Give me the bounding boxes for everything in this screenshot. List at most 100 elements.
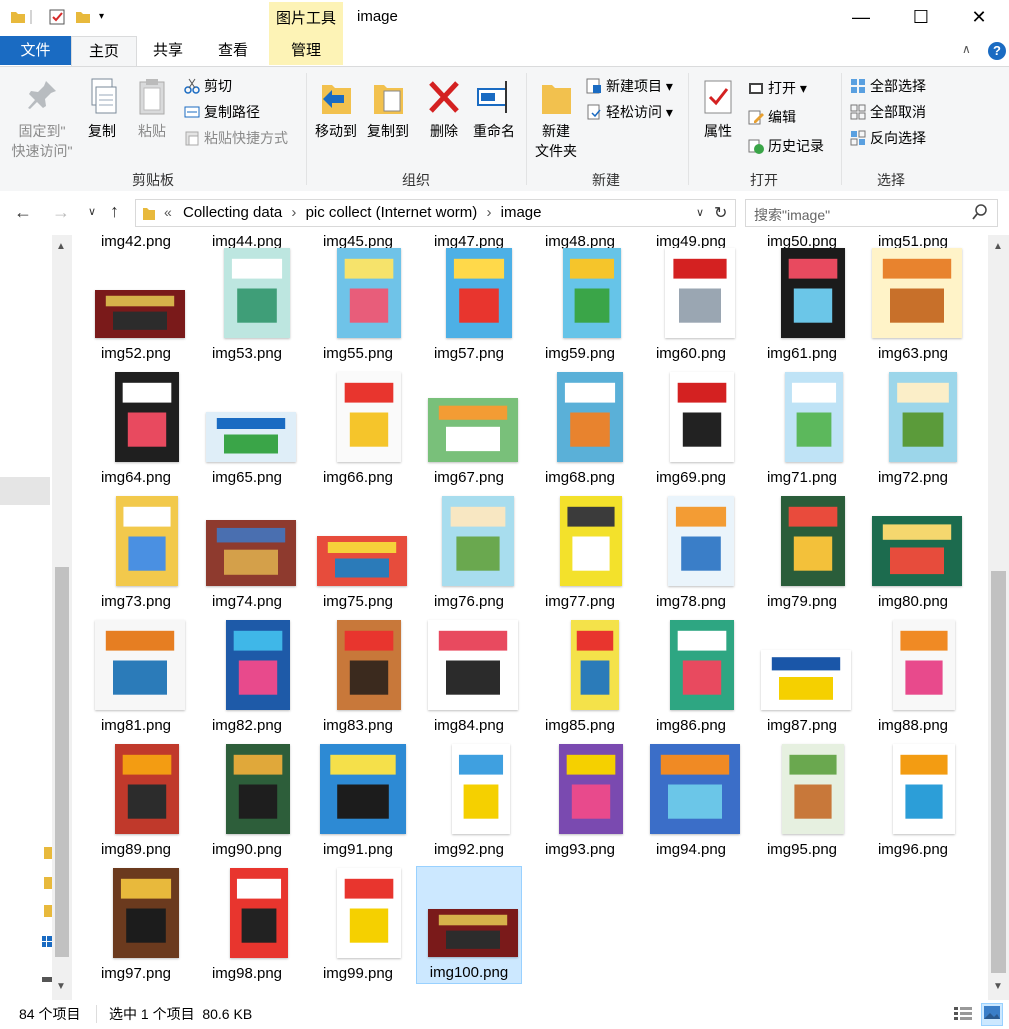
file-item[interactable]: img69.png (638, 370, 744, 488)
address-bar[interactable]: « Collecting data › pic collect (Interne… (135, 199, 736, 227)
file-item[interactable]: img65.png (194, 370, 300, 488)
move-to-button[interactable]: 移动到 (310, 77, 362, 141)
nav-folder-icon[interactable] (44, 845, 52, 862)
file-item[interactable]: img80.png (860, 494, 966, 612)
file-list-scrollbar[interactable]: ▲ ▼ (988, 235, 1009, 1000)
file-item[interactable]: img60.png (638, 246, 744, 364)
paste-button[interactable]: 粘贴 (130, 77, 174, 141)
file-item[interactable]: img90.png (194, 742, 300, 860)
breadcrumb-separator[interactable]: › (291, 204, 296, 221)
file-item[interactable]: img67.png (416, 370, 522, 488)
copy-path-button[interactable]: 复制路径 (184, 101, 260, 123)
file-item[interactable]: img57.png (416, 246, 522, 364)
properties-check-icon[interactable] (49, 9, 65, 25)
file-item[interactable]: img97.png (83, 866, 189, 984)
edit-button[interactable]: 编辑 (748, 106, 796, 128)
scrollbar-thumb[interactable] (55, 567, 69, 957)
file-item[interactable]: img79.png (749, 494, 855, 612)
file-item[interactable]: img75.png (305, 494, 411, 612)
breadcrumb-collecting-data[interactable]: Collecting data (183, 204, 282, 221)
file-item[interactable]: img81.png (83, 618, 189, 736)
file-item[interactable]: img68.png (527, 370, 633, 488)
nav-selected-item[interactable] (0, 477, 50, 505)
file-item[interactable]: img82.png (194, 618, 300, 736)
file-item[interactable]: img66.png (305, 370, 411, 488)
new-folder-icon[interactable] (75, 9, 91, 25)
file-item[interactable]: img83.png (305, 618, 411, 736)
cut-button[interactable]: 剪切 (184, 75, 232, 97)
breadcrumb-overflow-icon[interactable]: « (164, 204, 172, 220)
easy-access-button[interactable]: 轻松访问 ▾ (586, 101, 673, 123)
file-item[interactable]: img71.png (749, 370, 855, 488)
nav-drive-icon[interactable] (42, 970, 52, 986)
close-button[interactable]: ✕ (956, 0, 1002, 36)
file-item[interactable]: img89.png (83, 742, 189, 860)
properties-button[interactable]: 属性 (694, 77, 742, 141)
file-item[interactable]: img74.png (194, 494, 300, 612)
file-item[interactable]: img73.png (83, 494, 189, 612)
file-item[interactable]: img94.png (638, 742, 744, 860)
scroll-down-icon[interactable]: ▼ (56, 981, 66, 992)
nav-windows-drive-icon[interactable] (42, 935, 52, 951)
breadcrumb-pic-collect[interactable]: pic collect (Internet worm) (306, 204, 478, 221)
copy-button[interactable]: 复制 (80, 77, 124, 141)
file-item[interactable]: img59.png (527, 246, 633, 364)
select-none-button[interactable]: 全部取消 (850, 101, 926, 123)
search-box[interactable]: 搜索"image" (745, 199, 998, 227)
breadcrumb-separator[interactable]: › (486, 204, 491, 221)
select-all-button[interactable]: 全部选择 (850, 75, 926, 97)
navigation-pane-scrollbar[interactable]: ▲ ▼ (52, 235, 72, 1000)
help-icon[interactable]: ? (988, 42, 1006, 60)
recent-locations-chevron-icon[interactable]: ∨ (88, 205, 96, 218)
file-item[interactable]: img100.png (416, 866, 522, 984)
file-item[interactable]: img98.png (194, 866, 300, 984)
delete-button[interactable]: 删除 (422, 77, 466, 141)
refresh-icon[interactable]: ↻ (714, 203, 727, 223)
file-item[interactable]: img99.png (305, 866, 411, 984)
file-item[interactable]: img86.png (638, 618, 744, 736)
scroll-up-icon[interactable]: ▲ (56, 241, 66, 252)
copy-to-button[interactable]: 复制到 (362, 77, 414, 141)
tab-share[interactable]: 共享 (137, 36, 199, 65)
large-icons-view-icon[interactable] (981, 1003, 1003, 1026)
file-item[interactable]: img92.png (416, 742, 522, 860)
search-input[interactable]: 搜索"image" (754, 205, 830, 225)
file-item[interactable]: img93.png (527, 742, 633, 860)
file-item[interactable]: img61.png (749, 246, 855, 364)
rename-button[interactable]: 重命名 (468, 77, 520, 141)
file-item[interactable]: img95.png (749, 742, 855, 860)
forward-arrow-icon[interactable]: → (52, 202, 70, 223)
scrollbar-thumb[interactable] (991, 571, 1006, 973)
back-arrow-icon[interactable]: ← (14, 202, 32, 223)
customize-toolbar-icon[interactable]: ▾ (99, 9, 115, 25)
file-item[interactable]: img78.png (638, 494, 744, 612)
up-arrow-icon[interactable]: ↑ (110, 201, 119, 222)
new-folder-button[interactable]: 新建 文件夹 (530, 77, 582, 161)
file-item[interactable]: img88.png (860, 618, 966, 736)
tab-file[interactable]: 文件 (0, 36, 71, 65)
maximize-button[interactable]: ☐ (898, 0, 944, 36)
file-item[interactable]: img77.png (527, 494, 633, 612)
file-item[interactable]: img87.png (749, 618, 855, 736)
new-item-button[interactable]: 新建项目 ▾ (586, 75, 673, 97)
file-item[interactable]: img72.png (860, 370, 966, 488)
details-view-icon[interactable] (953, 1004, 973, 1025)
file-item[interactable]: img96.png (860, 742, 966, 860)
nav-folder-icon[interactable] (44, 903, 52, 920)
file-item[interactable]: img91.png (305, 742, 411, 860)
collapse-ribbon-icon[interactable]: ∧ (962, 42, 971, 56)
file-item[interactable]: img64.png (83, 370, 189, 488)
pin-quick-access-button[interactable]: 固定到" 快速访问" (6, 77, 78, 161)
paste-shortcut-button[interactable]: 粘贴快捷方式 (184, 127, 288, 149)
nav-folder-icon[interactable] (44, 875, 52, 892)
open-button[interactable]: 打开 ▾ (748, 77, 807, 99)
file-item[interactable]: img76.png (416, 494, 522, 612)
tab-view[interactable]: 查看 (202, 36, 264, 65)
address-dropdown-chevron-icon[interactable]: ∨ (696, 206, 704, 219)
search-icon[interactable] (972, 203, 988, 224)
tab-home[interactable]: 主页 (71, 36, 137, 67)
file-item[interactable]: img52.png (83, 246, 189, 364)
tab-manage[interactable]: 管理 (269, 36, 343, 65)
history-button[interactable]: 历史记录 (748, 135, 824, 157)
invert-selection-button[interactable]: 反向选择 (850, 127, 926, 149)
